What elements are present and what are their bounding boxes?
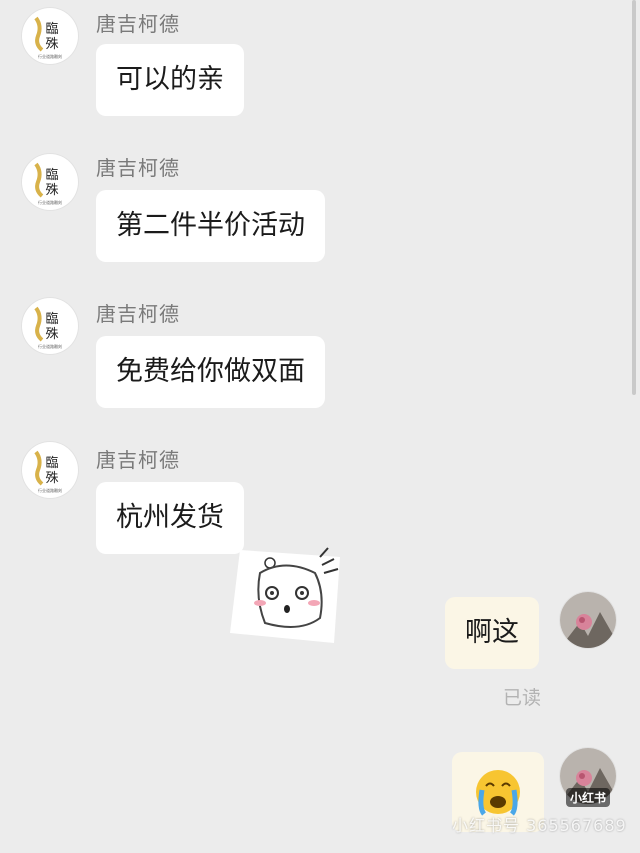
surprised-sticker[interactable] [230,545,348,645]
svg-text:行业道路雕刻: 行业道路雕刻 [38,199,62,205]
svg-text:殊: 殊 [45,37,58,52]
message-bubble[interactable]: 可以的亲 [96,44,244,116]
shop-logo-icon: 臨 殊 行业道路雕刻 [34,450,62,493]
scrollbar[interactable] [632,0,636,395]
svg-text:殊: 殊 [45,327,58,342]
shop-logo-icon: 臨 殊 行业道路雕刻 [34,306,62,349]
message-bubble[interactable]: 杭州发货 [96,482,244,554]
svg-text:行业道路雕刻: 行业道路雕刻 [38,53,62,59]
shop-logo-icon: 臨 殊 行业道路雕刻 [34,162,62,205]
flower-photo-icon [560,592,616,648]
svg-text:行业道路雕刻: 行业道路雕刻 [38,343,62,349]
contact-avatar[interactable]: 臨 殊 行业道路雕刻 [22,442,78,498]
contact-avatar[interactable]: 臨 殊 行业道路雕刻 [22,154,78,210]
contact-avatar[interactable]: 臨 殊 行业道路雕刻 [22,8,78,64]
svg-text:臨: 臨 [45,168,58,183]
svg-text:行业道路雕刻: 行业道路雕刻 [38,487,62,493]
shop-logo-icon: 臨 殊 行业道路雕刻 [34,16,62,59]
my-avatar[interactable] [560,592,616,648]
sender-name: 唐吉柯德 [96,302,180,326]
svg-text:殊: 殊 [45,183,58,198]
svg-text:臨: 臨 [45,312,58,327]
watermark-text: 小红书号 365567689 [452,816,627,835]
contact-avatar[interactable]: 臨 殊 行业道路雕刻 [22,298,78,354]
sticker-image [230,547,340,643]
message-bubble[interactable]: 第二件半价活动 [96,190,325,262]
svg-text:殊: 殊 [45,471,58,486]
watermark-logo: 小红书 [566,788,611,807]
my-message-bubble[interactable]: 啊这 [445,597,539,669]
sender-name: 唐吉柯德 [96,448,180,472]
message-bubble[interactable]: 免费给你做双面 [96,336,325,408]
sender-name: 唐吉柯德 [96,156,180,180]
svg-text:臨: 臨 [45,456,58,471]
read-status: 已读 [503,687,542,709]
svg-text:臨: 臨 [45,22,58,37]
sender-name: 唐吉柯德 [96,12,180,36]
